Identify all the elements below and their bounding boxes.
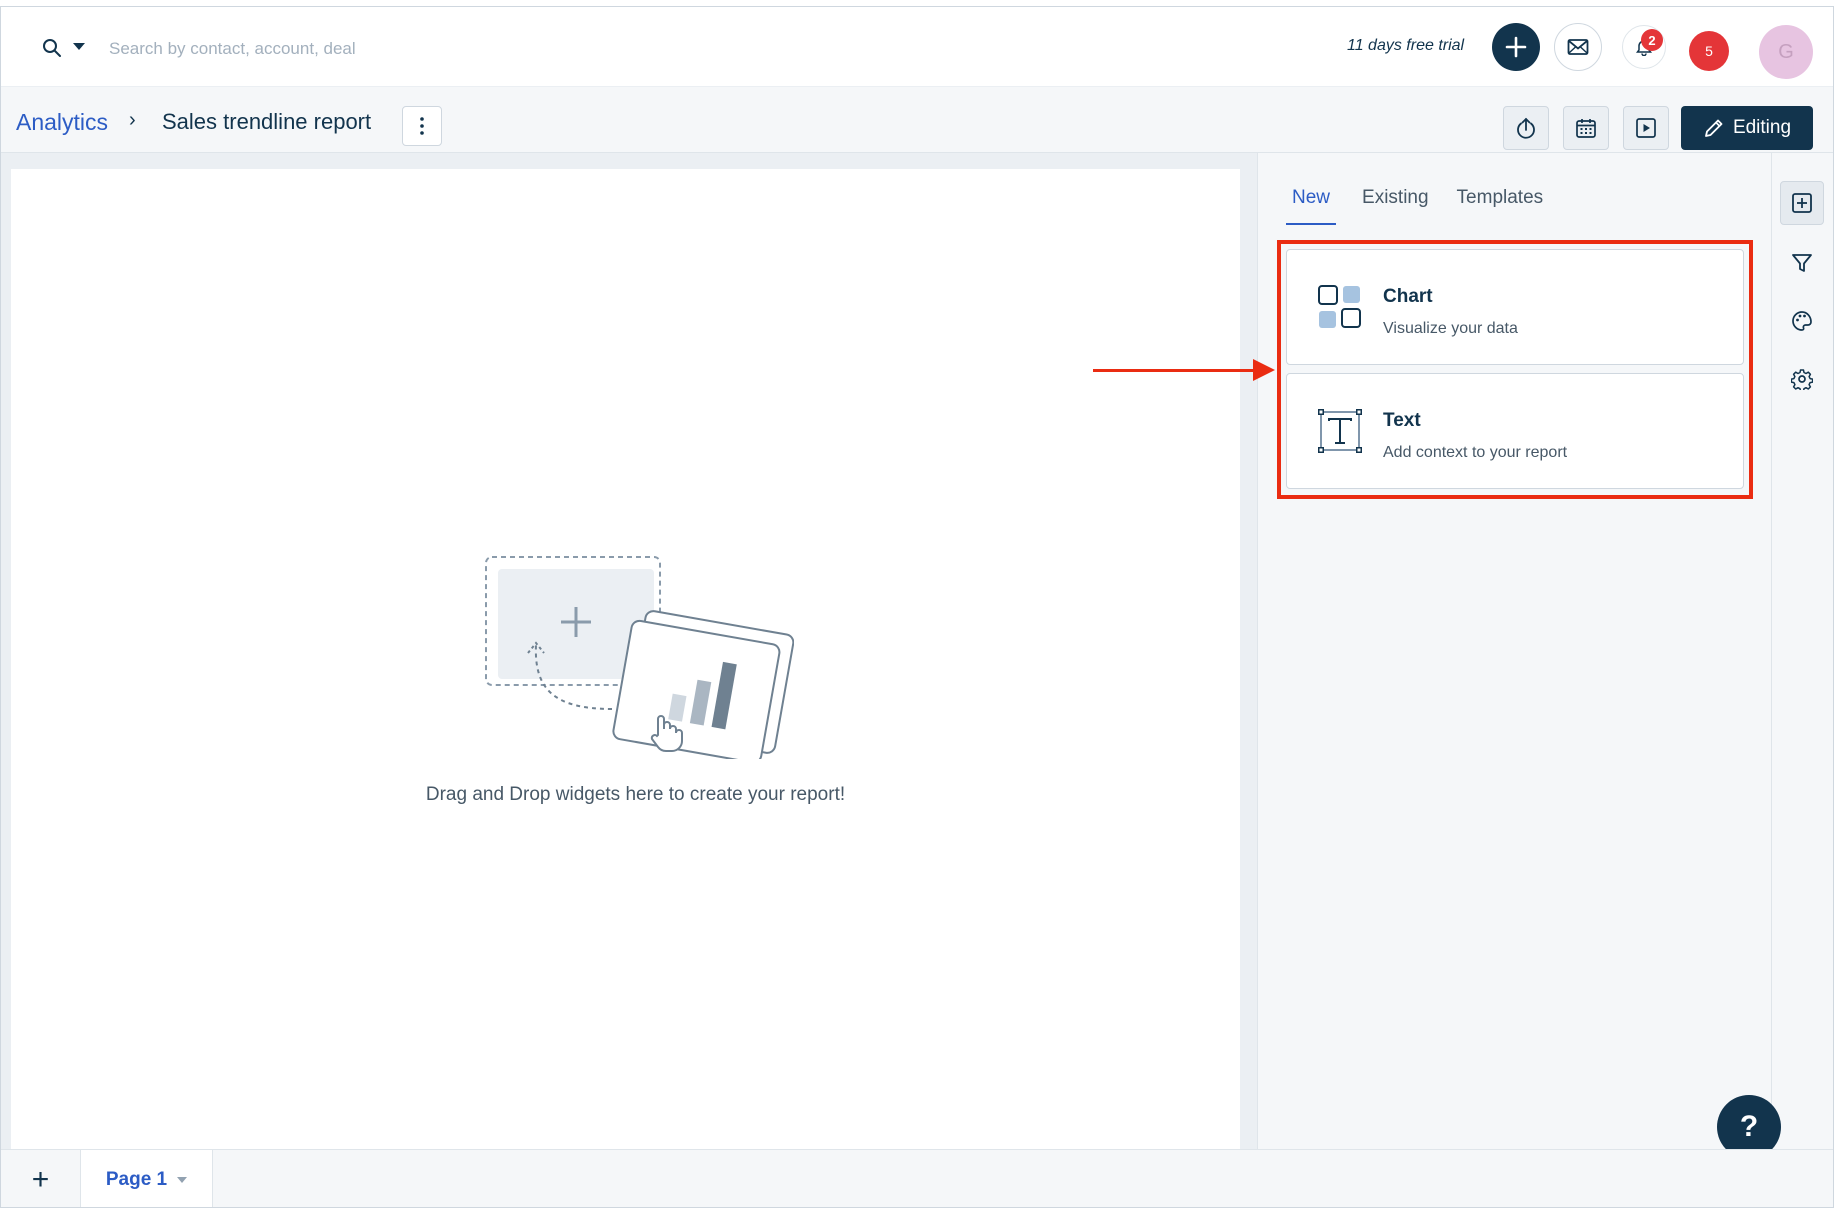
- plus-icon: [1505, 36, 1527, 58]
- editing-button-label: Editing: [1732, 117, 1792, 138]
- add-box-icon: [1792, 193, 1812, 213]
- report-canvas-area: Drag and Drop widgets here to create you…: [1, 153, 1257, 1149]
- search-icon[interactable]: [41, 37, 63, 59]
- theme-rail-button[interactable]: [1780, 299, 1824, 343]
- add-page-button[interactable]: +: [1, 1150, 81, 1207]
- notification-count-badge: 2: [1641, 29, 1663, 51]
- breadcrumb-analytics-link[interactable]: Analytics: [16, 109, 108, 136]
- trial-status: 11 days free trial: [1347, 37, 1465, 54]
- drag-drop-illustration: [485, 556, 794, 759]
- page-tabs-bar: + Page 1: [1, 1149, 1833, 1207]
- report-header: Analytics › Sales trendline report Editi…: [1, 87, 1833, 153]
- email-button[interactable]: [1554, 23, 1602, 71]
- settings-rail-button[interactable]: [1780, 357, 1824, 401]
- palette-icon: [1792, 311, 1812, 331]
- widget-highlight-box: [1277, 240, 1753, 499]
- user-avatar[interactable]: G: [1759, 25, 1813, 79]
- add-widget-rail-button[interactable]: [1780, 181, 1824, 225]
- app-window: 11 days free trial 2 5 G Anal: [0, 6, 1834, 1208]
- widget-panel-tabs: New Existing Templates: [1286, 179, 1545, 225]
- editing-button[interactable]: Editing: [1681, 106, 1813, 150]
- page-tab-label: Page 1: [105, 1169, 168, 1190]
- tab-templates[interactable]: Templates: [1455, 179, 1546, 225]
- report-title: Sales trendline report: [162, 109, 372, 134]
- kebab-menu-icon: [420, 117, 424, 135]
- quick-add-button[interactable]: [1492, 23, 1540, 71]
- tab-new[interactable]: New: [1286, 179, 1337, 225]
- empty-canvas-message: Drag and Drop widgets here to create you…: [425, 784, 846, 805]
- tab-existing[interactable]: Existing: [1360, 179, 1431, 225]
- report-more-options-button[interactable]: [402, 106, 442, 146]
- gear-icon: [1791, 369, 1813, 390]
- breadcrumb-separator: ›: [129, 109, 136, 131]
- filter-rail-button[interactable]: [1780, 241, 1824, 285]
- alerts-badge[interactable]: 5: [1689, 31, 1729, 71]
- mail-icon: [1567, 39, 1589, 55]
- page-tab-1[interactable]: Page 1: [81, 1150, 213, 1207]
- annotation-arrow-head: [1253, 359, 1275, 381]
- calendar-icon: [1576, 119, 1596, 138]
- annotation-arrow-line: [1093, 369, 1255, 372]
- chevron-down-icon[interactable]: [177, 1177, 188, 1183]
- global-topbar: 11 days free trial 2 5 G: [1, 7, 1833, 87]
- schedule-button[interactable]: [1563, 106, 1609, 150]
- play-icon: [1636, 118, 1656, 138]
- export-icon: [1517, 117, 1535, 139]
- right-tool-rail: [1771, 153, 1833, 1149]
- export-button[interactable]: [1503, 106, 1549, 150]
- filter-icon: [1792, 254, 1812, 272]
- pencil-icon: [1705, 119, 1723, 137]
- drop-zone[interactable]: Drag and Drop widgets here to create you…: [11, 169, 1240, 1149]
- search-scope-dropdown[interactable]: [73, 43, 85, 50]
- present-button[interactable]: [1623, 106, 1669, 150]
- search-input[interactable]: [109, 29, 609, 69]
